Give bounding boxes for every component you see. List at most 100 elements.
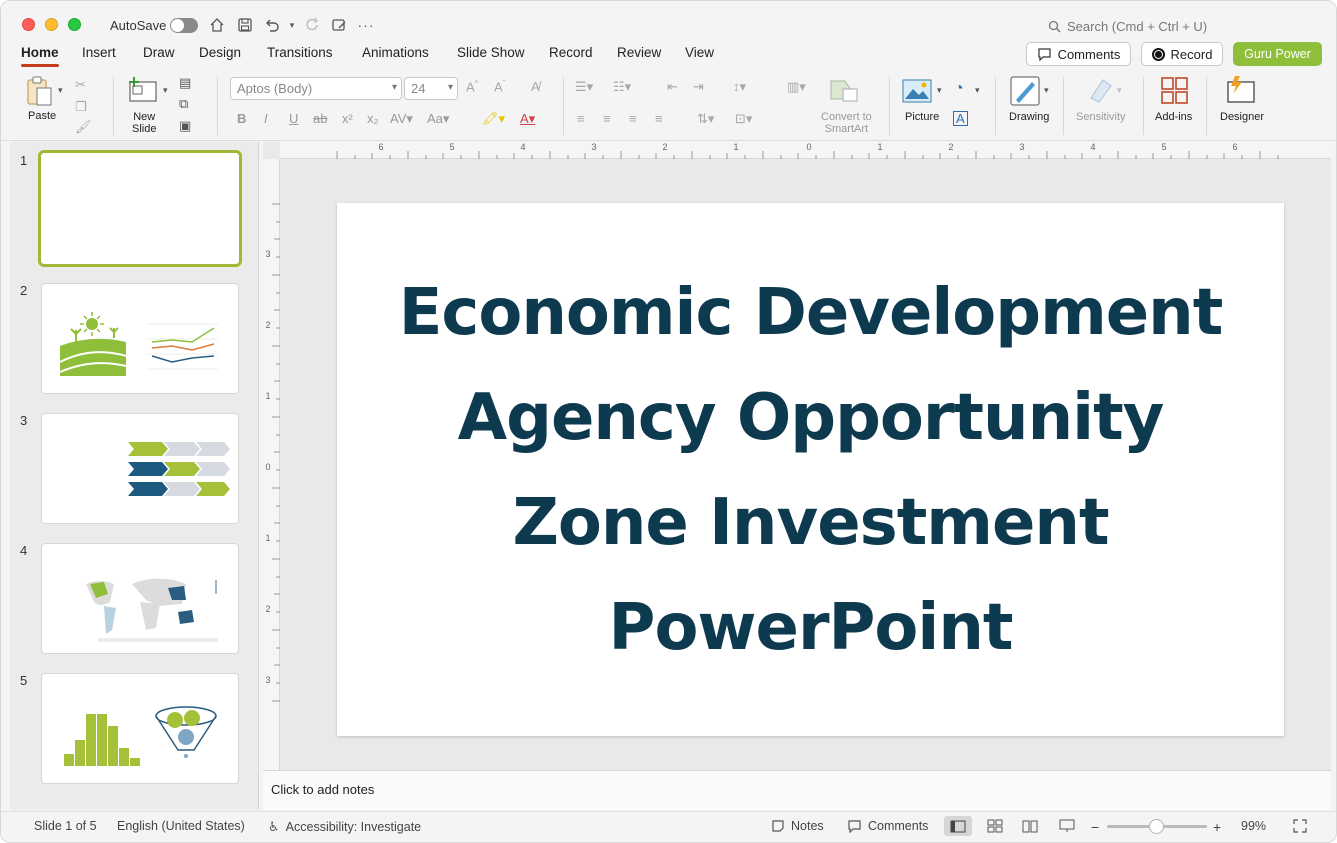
fit-to-window-button[interactable] <box>1286 816 1314 836</box>
text-direction-icon[interactable]: ⇅▾ <box>697 111 714 127</box>
copy-icon[interactable]: ❐ <box>75 99 87 115</box>
notes-toggle[interactable]: Notes <box>771 819 824 833</box>
align-text-icon[interactable]: ⊡▾ <box>735 111 752 127</box>
paste-icon[interactable] <box>25 76 55 111</box>
undo-dropdown-icon[interactable]: ▾ <box>282 15 302 35</box>
shapes-dropdown-icon[interactable]: ▾ <box>975 85 980 96</box>
layout-icon[interactable]: ▤ <box>179 75 191 91</box>
normal-view-icon <box>950 820 966 832</box>
slide-thumbnail-1[interactable] <box>38 150 242 267</box>
align-right-icon[interactable]: ≡ <box>629 111 637 126</box>
format-painter-icon[interactable]: 🖌 <box>75 119 92 135</box>
svg-text:4: 4 <box>1090 142 1095 152</box>
guru-power-button[interactable]: Guru Power <box>1233 42 1322 66</box>
slide-thumbnail-3[interactable] <box>41 413 239 524</box>
home-icon[interactable] <box>207 15 227 35</box>
italic-icon[interactable]: I <box>264 111 268 126</box>
addins-icon[interactable] <box>1161 77 1189 108</box>
shapes-icon[interactable]: ◔ <box>954 80 964 98</box>
drawing-dropdown-icon[interactable]: ▾ <box>1044 85 1049 96</box>
more-icon[interactable]: ··· <box>356 15 376 35</box>
tab-home[interactable]: Home <box>21 45 59 67</box>
clear-format-icon[interactable]: A̸ <box>531 79 540 94</box>
smartart-icon[interactable] <box>829 77 859 106</box>
bold-icon[interactable]: B <box>237 111 246 126</box>
slide-sorter-button[interactable] <box>981 816 1009 836</box>
subscript-icon[interactable]: x₂ <box>367 111 379 126</box>
bullets-icon[interactable]: ☰▾ <box>575 79 593 95</box>
font-color-icon[interactable]: A▾ <box>520 111 535 127</box>
char-spacing-icon[interactable]: AV▾ <box>390 111 413 127</box>
increase-font-icon[interactable]: A^ <box>466 79 478 94</box>
change-case-icon[interactable]: Aa▾ <box>427 111 449 127</box>
minimize-window-button[interactable] <box>45 18 58 31</box>
language-status[interactable]: English (United States) <box>117 819 245 833</box>
new-slide-dropdown-icon[interactable]: ▾ <box>163 85 168 96</box>
sensitivity-icon[interactable] <box>1087 76 1115 107</box>
numbering-icon[interactable]: ☷▾ <box>613 79 631 95</box>
textbox-icon[interactable]: A <box>953 111 968 126</box>
new-slide-icon[interactable] <box>128 77 158 106</box>
autosave-label: AutoSave <box>110 18 167 33</box>
designer-icon[interactable] <box>1226 76 1256 107</box>
comments-toggle[interactable]: Comments <box>847 819 928 833</box>
section-icon[interactable]: ▣ <box>179 118 191 134</box>
redo-icon[interactable] <box>303 15 323 35</box>
notes-pane[interactable]: Click to add notes <box>263 770 1331 810</box>
underline-icon[interactable]: U <box>289 111 298 126</box>
superscript-icon[interactable]: x² <box>342 111 353 126</box>
align-left-icon[interactable]: ≡ <box>577 111 585 126</box>
zoom-level[interactable]: 99% <box>1241 819 1266 833</box>
zoom-window-button[interactable] <box>68 18 81 31</box>
save-icon[interactable] <box>235 15 255 35</box>
tab-insert[interactable]: Insert <box>82 45 116 60</box>
zoom-out-icon[interactable]: − <box>1091 819 1099 835</box>
reset-icon[interactable]: ⧉ <box>179 96 188 112</box>
slideshow-button[interactable] <box>1053 816 1081 836</box>
slide-canvas[interactable]: Economic Development Agency Opportunity … <box>337 203 1284 736</box>
line-spacing-icon[interactable]: ↕▾ <box>733 79 746 95</box>
tab-review[interactable]: Review <box>617 45 661 60</box>
slide-thumbnail-4[interactable] <box>41 543 239 654</box>
notes-placeholder[interactable]: Click to add notes <box>271 782 374 797</box>
tab-draw[interactable]: Draw <box>143 45 175 60</box>
picture-dropdown-icon[interactable]: ▾ <box>937 85 942 96</box>
normal-view-button[interactable] <box>944 816 972 836</box>
tab-animations[interactable]: Animations <box>362 45 429 60</box>
decrease-font-icon[interactable]: Aˇ <box>494 79 505 94</box>
paste-dropdown-icon[interactable]: ▾ <box>58 85 63 96</box>
justify-icon[interactable]: ≡ <box>655 111 663 126</box>
columns-icon[interactable]: ▥▾ <box>787 79 806 95</box>
tab-view[interactable]: View <box>685 45 714 60</box>
align-center-icon[interactable]: ≡ <box>603 111 611 126</box>
tab-transitions[interactable]: Transitions <box>267 45 333 60</box>
slide-title[interactable]: Economic Development Agency Opportunity … <box>377 261 1244 681</box>
undo-icon[interactable] <box>262 15 282 35</box>
cut-icon[interactable]: ✂ <box>75 77 86 93</box>
picture-icon[interactable] <box>902 79 932 106</box>
slide-thumbnail-2[interactable] <box>41 283 239 394</box>
font-size-select[interactable]: 24 ▾ <box>404 77 458 100</box>
zoom-slider-handle[interactable] <box>1149 819 1164 834</box>
font-name-select[interactable]: Aptos (Body) ▾ <box>230 77 402 100</box>
record-button[interactable]: Record <box>1141 42 1223 66</box>
slide-thumbnail-5[interactable] <box>41 673 239 784</box>
zoom-in-icon[interactable]: + <box>1213 819 1221 835</box>
decrease-indent-icon[interactable]: ⇤ <box>667 79 678 95</box>
sensitivity-dropdown-icon[interactable]: ▾ <box>1117 85 1122 96</box>
strikethrough-icon[interactable]: ab <box>313 111 327 126</box>
customize-icon[interactable] <box>329 15 349 35</box>
search-icon <box>1048 20 1061 33</box>
search-box[interactable]: Search (Cmd + Ctrl + U) <box>1048 19 1207 34</box>
tab-slide-show[interactable]: Slide Show <box>457 45 525 60</box>
highlight-icon[interactable]: 🖍▾ <box>482 111 505 127</box>
increase-indent-icon[interactable]: ⇥ <box>693 79 704 95</box>
tab-design[interactable]: Design <box>199 45 241 60</box>
close-window-button[interactable] <box>22 18 35 31</box>
comments-button[interactable]: Comments <box>1026 42 1131 66</box>
autosave-toggle[interactable] <box>170 18 198 33</box>
accessibility-status[interactable]: ♿ Accessibility: Investigate <box>268 819 421 835</box>
drawing-icon[interactable] <box>1010 76 1040 109</box>
tab-record[interactable]: Record <box>549 45 593 60</box>
reading-view-button[interactable] <box>1016 816 1044 836</box>
